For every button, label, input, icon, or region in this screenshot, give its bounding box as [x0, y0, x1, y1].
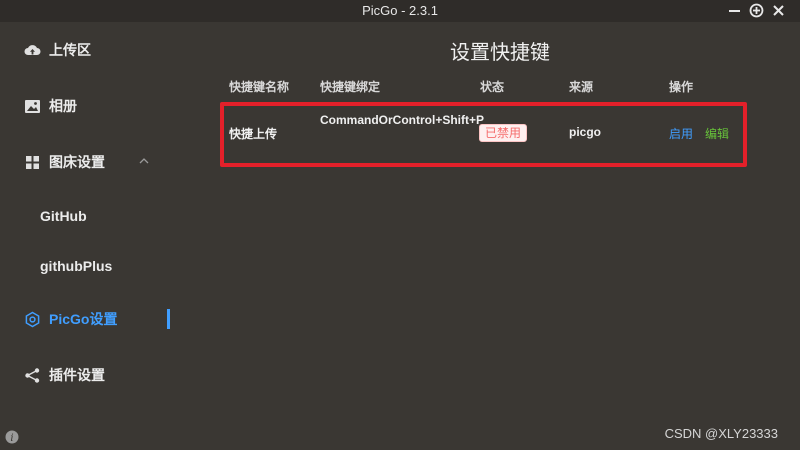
sidebar-item-label: 图床设置: [49, 154, 105, 170]
window-controls: [727, 3, 786, 18]
column-header-actions: 操作: [669, 80, 694, 94]
sidebar-item-github[interactable]: GitHub: [0, 196, 185, 236]
minimize-icon[interactable]: [727, 3, 742, 18]
page-title: 设置快捷键: [450, 42, 550, 64]
column-header-source: 来源: [569, 80, 594, 94]
window-title: PicGo - 2.3.1: [362, 3, 438, 18]
sidebar-item-label: 上传区: [49, 42, 91, 58]
gear-icon: [24, 311, 41, 328]
watermark: CSDN @XLY23333: [664, 426, 778, 441]
status-badge: 已禁用: [479, 124, 528, 142]
column-header-name: 快捷键名称: [229, 80, 290, 94]
sidebar-item-upload[interactable]: 上传区: [0, 30, 185, 70]
column-header-binding: 快捷键绑定: [320, 80, 381, 94]
shortcut-name: 快捷上传: [229, 127, 278, 141]
sidebar-item-plugin-settings[interactable]: 插件设置: [0, 355, 185, 395]
sidebar-item-label: GitHub: [40, 208, 87, 224]
cloud-upload-icon: [24, 42, 41, 59]
title-bar: PicGo - 2.3.1: [0, 0, 800, 22]
sidebar-item-label: 插件设置: [49, 367, 105, 383]
share-icon: [24, 367, 41, 384]
active-indicator: [167, 309, 170, 329]
chevron-up-icon[interactable]: [138, 154, 150, 166]
picture-icon: [24, 98, 41, 115]
sidebar-item-label: PicGo设置: [49, 311, 118, 327]
info-icon[interactable]: i: [5, 430, 19, 444]
sidebar-item-label: 相册: [49, 98, 77, 114]
sidebar-item-picbed-settings[interactable]: 图床设置: [0, 142, 185, 182]
enable-button[interactable]: 启用: [669, 125, 693, 142]
svg-text:i: i: [10, 433, 13, 444]
sidebar: 上传区 相册 图床设置 GitHub githubPlus PicGo设置 插件…: [0, 22, 185, 450]
grid-icon: [24, 154, 41, 171]
sidebar-item-githubplus[interactable]: githubPlus: [0, 246, 185, 286]
edit-button[interactable]: 编辑: [705, 125, 729, 142]
shortcut-binding: CommandOrControl+Shift+P: [320, 113, 485, 127]
maximize-icon[interactable]: [749, 3, 764, 18]
sidebar-item-label: githubPlus: [40, 258, 113, 274]
shortcut-source: picgo: [569, 125, 601, 139]
main-panel: 设置快捷键 快捷键名称 快捷键绑定 状态 来源 操作 快捷上传 CommandO…: [200, 22, 800, 450]
close-icon[interactable]: [771, 3, 786, 18]
sidebar-item-picgo-settings[interactable]: PicGo设置: [0, 299, 185, 339]
sidebar-item-gallery[interactable]: 相册: [0, 86, 185, 126]
column-header-status: 状态: [480, 80, 505, 94]
